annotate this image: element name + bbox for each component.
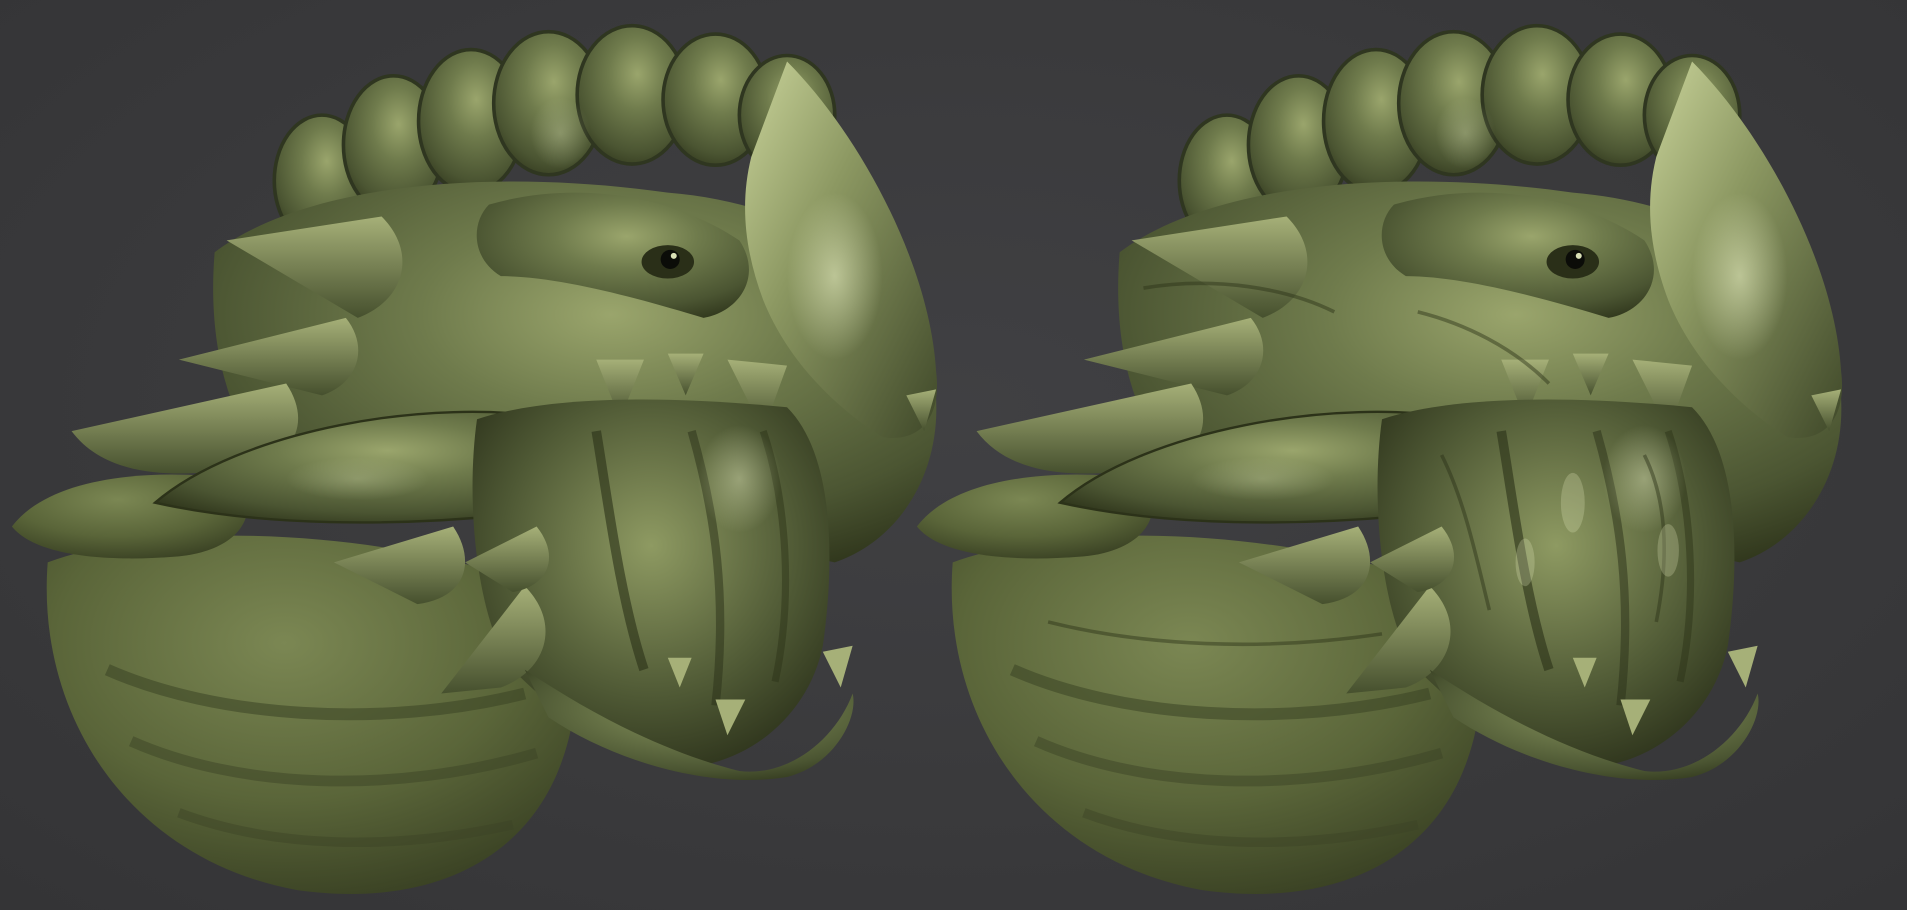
render-panel-right [905,0,1859,910]
dragon-head-render [905,0,1859,910]
dragon-head-render [0,0,954,910]
render-panel-left [0,0,954,910]
render-viewport [0,0,1907,910]
